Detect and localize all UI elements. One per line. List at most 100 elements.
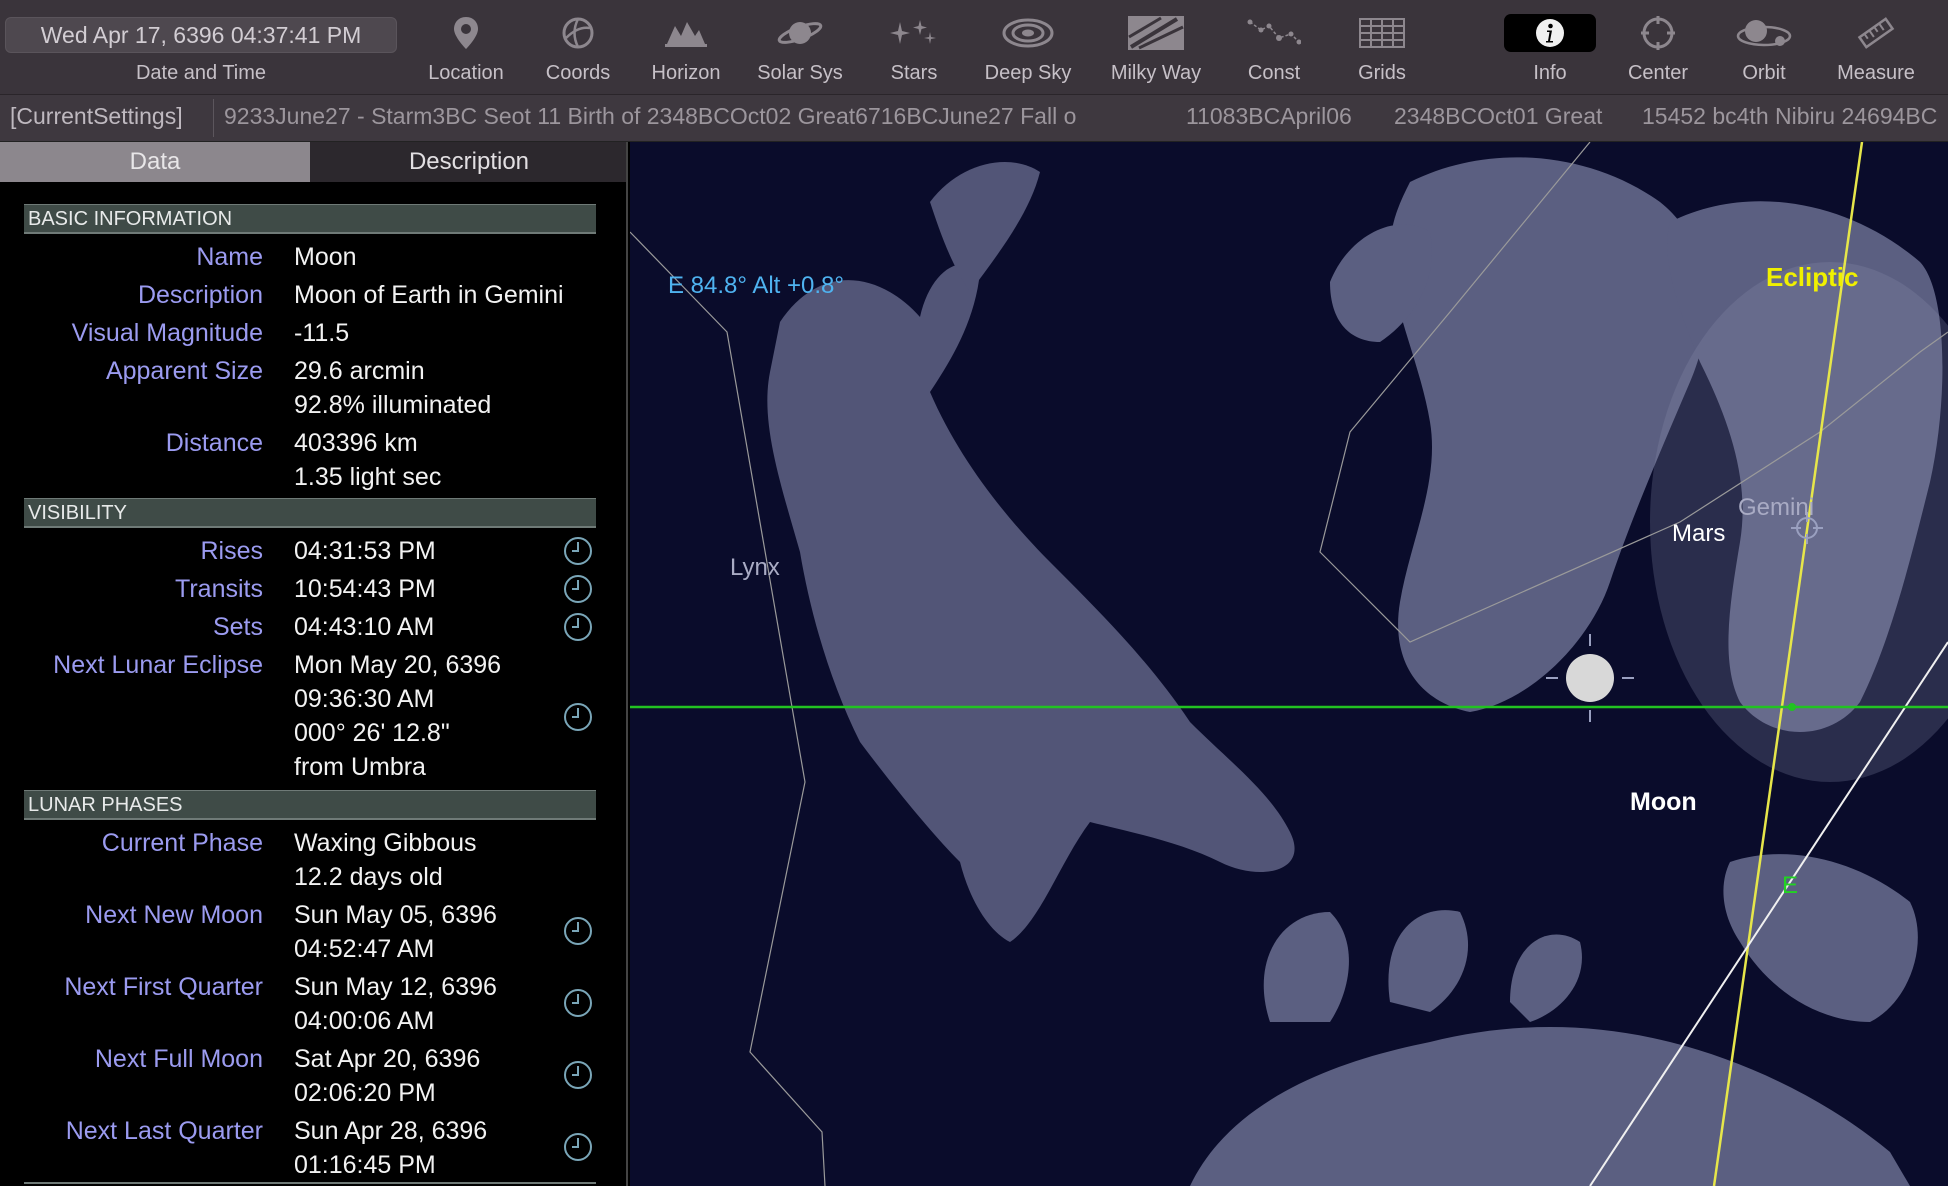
- info-label: Info: [1533, 62, 1567, 84]
- gemini-label: Gemini: [1738, 494, 1815, 521]
- full-moon-clock-icon[interactable]: [563, 1060, 593, 1090]
- sets-clock-icon[interactable]: [563, 612, 593, 642]
- planet-icon: [777, 22, 823, 44]
- stars-button[interactable]: Stars: [868, 0, 960, 94]
- milky-way-label: Milky Way: [1110, 62, 1202, 84]
- info-panel: Data Description BASIC INFORMATION Name …: [0, 142, 628, 1186]
- lynx-figure: [767, 162, 1295, 942]
- new-moon-label: Next New Moon: [85, 901, 263, 929]
- orbit-button[interactable]: Orbit: [1718, 0, 1810, 94]
- current-settings-tab[interactable]: [CurrentSettings]: [10, 103, 183, 130]
- new-moon-clock-icon[interactable]: [563, 916, 593, 946]
- sets-value: 04:43:10 AM: [294, 613, 435, 641]
- lynx-label: Lynx: [730, 554, 780, 581]
- settings-tab[interactable]: 9233June27 - Starm3BC Seot 11 Birth of 2…: [224, 103, 1162, 130]
- measure-button[interactable]: Measure: [1826, 0, 1926, 94]
- deep-sky-button[interactable]: Deep Sky: [976, 0, 1080, 94]
- rises-clock-icon[interactable]: [563, 536, 593, 566]
- tab-data[interactable]: Data: [0, 142, 310, 182]
- sky-coords-readout: E 84.8° Alt +0.8°: [668, 272, 844, 299]
- coords-label: Coords: [545, 62, 611, 84]
- sets-label: Sets: [212, 613, 263, 641]
- grids-button[interactable]: Grids: [1336, 0, 1428, 94]
- solar-sys-label: Solar Sys: [757, 62, 843, 84]
- transits-label: Transits: [175, 575, 263, 603]
- settings-tab[interactable]: 2348BCOct01 Great: [1394, 103, 1630, 130]
- const-button[interactable]: Const: [1228, 0, 1320, 94]
- apparent-size-label: Apparent Size: [105, 357, 263, 385]
- transits-clock-icon[interactable]: [563, 574, 593, 604]
- location-pin-icon: [454, 17, 478, 49]
- center-button[interactable]: Center: [1612, 0, 1704, 94]
- last-quarter-label: Next Last Quarter: [65, 1117, 263, 1145]
- datetime-label: Date and Time: [135, 62, 267, 84]
- settings-tab[interactable]: 11083BCApril06: [1186, 103, 1386, 130]
- milky-way-button[interactable]: Milky Way: [1098, 0, 1214, 94]
- coords-icon: [562, 17, 594, 49]
- sky-view[interactable]: E 84.8° Alt +0.8° Ecliptic Gemini Lynx M…: [630, 142, 1948, 1186]
- horizon-button[interactable]: Horizon: [640, 0, 732, 94]
- transits-value: 10:54:43 PM: [294, 575, 436, 603]
- last-quarter-clock-icon[interactable]: [563, 1132, 593, 1162]
- solar-sys-button[interactable]: Solar Sys: [748, 0, 852, 94]
- orbit-label: Orbit: [1742, 62, 1786, 84]
- last-quarter-time: 01:16:45 PM: [294, 1151, 436, 1179]
- info-icon: [1536, 19, 1564, 47]
- section-header-visibility: VISIBILITY: [24, 498, 596, 528]
- current-phase-label: Current Phase: [101, 829, 263, 857]
- cancer-figure: [1190, 854, 1918, 1186]
- full-moon-date: Sat Apr 20, 6396: [294, 1045, 481, 1073]
- measure-label: Measure: [1837, 62, 1915, 84]
- magnitude-value: -11.5: [294, 319, 350, 347]
- magnitude-label: Visual Magnitude: [71, 319, 263, 347]
- name-label: Name: [196, 243, 263, 271]
- datetime-display[interactable]: Wed Apr 17, 6396 04:37:41 PM: [5, 17, 397, 53]
- first-quarter-date: Sun May 12, 6396: [294, 973, 497, 1001]
- location-button[interactable]: Location: [420, 0, 512, 94]
- settings-tab-strip: [CurrentSettings] 9233June27 - Starm3BC …: [0, 95, 1948, 142]
- last-quarter-date: Sun Apr 28, 6396: [294, 1117, 488, 1145]
- east-label: E: [1782, 872, 1799, 899]
- const-label: Const: [1247, 62, 1301, 84]
- moon-label[interactable]: Moon: [1630, 788, 1697, 817]
- stars-icon: [890, 20, 936, 44]
- lunar-eclipse-from: from Umbra: [294, 753, 426, 781]
- coords-button[interactable]: Coords: [532, 0, 624, 94]
- mars-label[interactable]: Mars: [1672, 520, 1725, 548]
- orbit-icon: [1736, 20, 1792, 47]
- center-label: Center: [1627, 62, 1689, 84]
- name-value: Moon: [294, 243, 357, 271]
- horizon-label: Horizon: [651, 62, 721, 84]
- first-quarter-clock-icon[interactable]: [563, 988, 593, 1018]
- first-quarter-time: 04:00:06 AM: [294, 1007, 435, 1035]
- panel-bottom-divider: [24, 1182, 596, 1184]
- settings-tab[interactable]: 15452 bc4th Nibiru 24694BC: [1642, 103, 1948, 130]
- lunar-eclipse-date: Mon May 20, 6396: [294, 651, 502, 679]
- milky-way-icon: [1128, 16, 1184, 50]
- rises-label: Rises: [200, 537, 263, 565]
- ruler-icon: [1857, 17, 1895, 49]
- galaxy-icon: [1002, 18, 1054, 48]
- apparent-size-value: 29.6 arcmin: [294, 357, 425, 385]
- description-label: Description: [137, 281, 263, 309]
- location-label: Location: [428, 62, 504, 84]
- deep-sky-label: Deep Sky: [984, 62, 1072, 84]
- full-moon-label: Next Full Moon: [94, 1045, 263, 1073]
- illumination-value: 92.8% illuminated: [294, 391, 492, 419]
- new-moon-date: Sun May 05, 6396: [294, 901, 497, 929]
- ecliptic-label: Ecliptic: [1766, 262, 1859, 292]
- eclipse-clock-icon[interactable]: [563, 702, 593, 732]
- info-button[interactable]: Info: [1504, 0, 1596, 94]
- grid-icon: [1359, 18, 1405, 48]
- lunar-eclipse-separation: 000° 26' 12.8": [294, 719, 450, 747]
- section-header-basic: BASIC INFORMATION: [24, 204, 596, 234]
- distance-ls-value: 1.35 light sec: [294, 463, 442, 491]
- tab-description[interactable]: Description: [310, 142, 626, 182]
- center-icon: [1641, 16, 1675, 50]
- new-moon-time: 04:52:47 AM: [294, 935, 435, 963]
- full-moon-time: 02:06:20 PM: [294, 1079, 436, 1107]
- lunar-eclipse-label: Next Lunar Eclipse: [53, 651, 263, 679]
- east-point-marker: [1788, 703, 1796, 711]
- section-header-phases: LUNAR PHASES: [24, 790, 596, 820]
- description-value: Moon of Earth in Gemini: [294, 281, 564, 309]
